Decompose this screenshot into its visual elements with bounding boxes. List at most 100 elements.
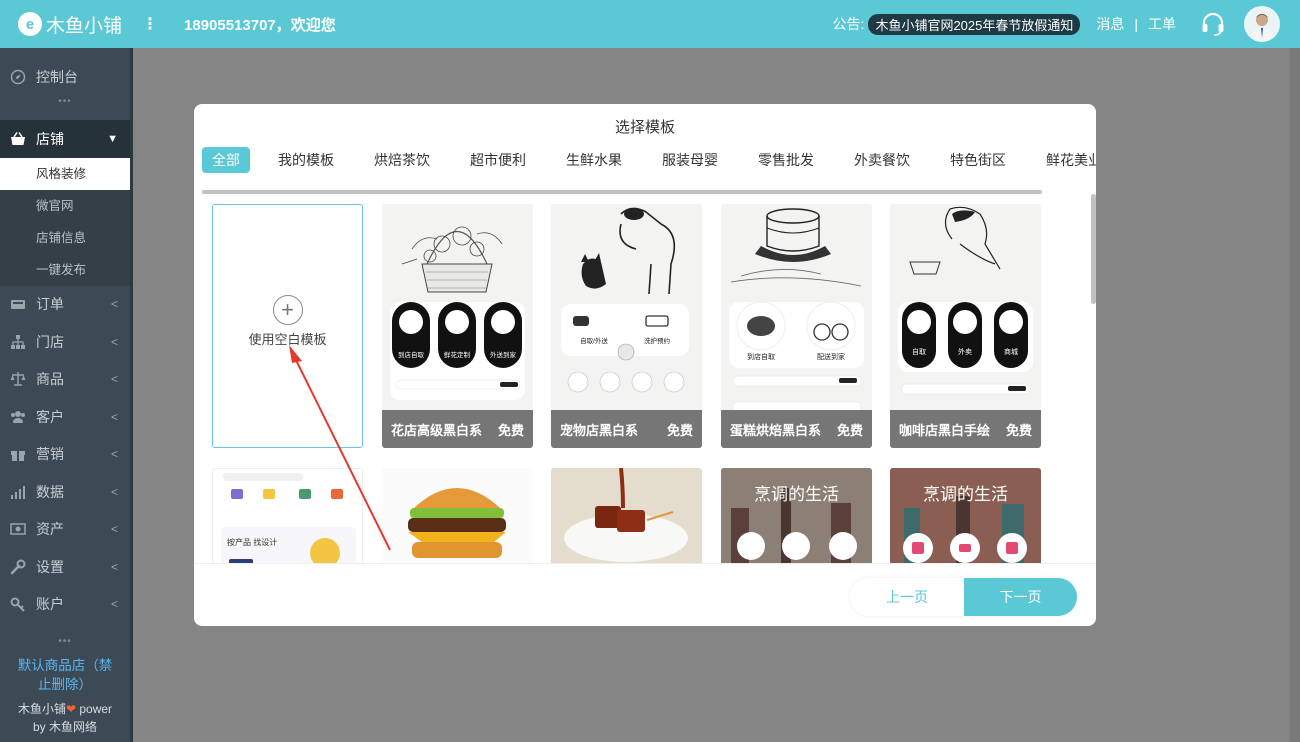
user-avatar[interactable] <box>1244 6 1280 42</box>
key-icon <box>10 596 26 612</box>
tab-clothing-baby[interactable]: 服装母婴 <box>652 147 728 173</box>
sidebar-label: 订单 <box>36 296 64 313</box>
brand-name: 木鱼小铺 <box>46 15 123 37</box>
logo-icon: e <box>18 12 42 36</box>
tab-special-street[interactable]: 特色街区 <box>940 147 1016 173</box>
basket-icon <box>10 131 26 147</box>
tab-flower-beauty[interactable]: 鲜花美业 <box>1036 147 1096 173</box>
template-card-generic[interactable]: 按产品 找设计 <box>212 468 363 563</box>
sidebar-label: 店铺 <box>36 130 64 147</box>
template-card-coffee[interactable]: 自取 外卖 商城 咖啡店黑白手绘 免费 <box>890 204 1041 448</box>
submenu-item-shop-info[interactable]: 店铺信息 <box>0 222 130 254</box>
chevron-left-icon: < <box>110 372 118 387</box>
prev-page-button[interactable]: 上一页 <box>850 578 964 616</box>
sidebar-item-orders[interactable]: 订单 < <box>0 286 130 324</box>
generic-template-preview <box>221 473 356 563</box>
power-text: 木鱼小铺❤ power <box>17 702 113 716</box>
top-header: e 木鱼小铺 ⋮ 18905513707，欢迎您 公告: 木鱼小铺官网2025年… <box>0 0 1300 48</box>
headset-icon[interactable] <box>1200 11 1226 37</box>
sidebar-item-assets[interactable]: 资产 < <box>0 511 130 549</box>
sidebar-label: 控制台 <box>36 68 78 85</box>
chevron-left-icon: < <box>110 334 118 349</box>
chevron-left-icon: < <box>110 447 118 462</box>
users-icon <box>10 409 26 425</box>
sidebar-label: 资产 <box>36 521 64 538</box>
template-caption: 咖啡店黑白手绘 免费 <box>890 410 1041 448</box>
sidebar: 控制台 ••• 店铺 ▼ 风格装修 微官网 店铺信息 一键发布 订单 < 门店 … <box>0 48 130 742</box>
template-name: 花店高级黑白系 <box>391 422 483 438</box>
sidebar-item-customers[interactable]: 客户 < <box>0 398 130 436</box>
template-card-cake[interactable]: 到店自取 配送到家 蛋糕烘焙黑白系 免费 <box>721 204 872 448</box>
sidebar-label: 账户 <box>36 596 64 613</box>
chevron-left-icon: < <box>110 297 118 312</box>
template-grid: + 使用空白模板 到店自取 鲜花定制 外送到家 花店高级黑白系 免费 自取/外送… <box>194 196 1096 564</box>
brand-logo[interactable]: e 木鱼小铺 <box>0 11 130 38</box>
by-text: by 木鱼网络 <box>32 720 97 734</box>
template-price: 免费 <box>497 422 524 438</box>
template-picker-modal: 选择模板 全部 我的模板 烘焙茶饮 超市便利 生鲜水果 服装母婴 零售批发 外卖… <box>194 104 1096 626</box>
template-card-flower[interactable]: 到店自取 鲜花定制 外送到家 花店高级黑白系 免费 <box>382 204 533 448</box>
tab-supermarket[interactable]: 超市便利 <box>460 147 536 173</box>
sidebar-item-marketing[interactable]: 营销 < <box>0 436 130 474</box>
sidebar-divider: ••• <box>58 636 72 647</box>
sidebar-item-settings[interactable]: 设置 < <box>0 548 130 586</box>
grid-scrollbar[interactable] <box>1091 194 1096 304</box>
sidebar-item-products[interactable]: 商品 < <box>0 361 130 399</box>
template-card-dish[interactable] <box>551 468 702 563</box>
sidebar-item-shop[interactable]: 店铺 ▼ <box>0 119 130 158</box>
template-name: 咖啡店黑白手绘 <box>899 422 991 438</box>
sidebar-item-stores[interactable]: 门店 < <box>0 323 130 361</box>
tab-my-templates[interactable]: 我的模板 <box>268 147 344 173</box>
tab-bakery-tea[interactable]: 烘焙茶饮 <box>364 147 440 173</box>
flower-btn-delivery: 外送到家 <box>490 352 516 359</box>
sidebar-item-data[interactable]: 数据 < <box>0 473 130 511</box>
sidebar-item-account[interactable]: 账户 < <box>0 586 130 624</box>
sidebar-footer: ••• 默认商品店（禁止删除） 木鱼小铺❤ power by 木鱼网络 <box>0 636 130 742</box>
wrench-icon <box>10 559 26 575</box>
city-slogan: 烹调的生活 <box>923 485 1008 504</box>
tab-all[interactable]: 全部 <box>202 147 250 173</box>
blank-template-label: 使用空白模板 <box>248 331 327 347</box>
template-card-city-1[interactable]: 烹调的生活 <box>721 468 872 563</box>
sidebar-item-dashboard[interactable]: 控制台 <box>0 58 130 96</box>
scale-icon <box>10 371 26 387</box>
compass-icon <box>10 69 26 85</box>
submenu-item-style[interactable]: 风格装修 <box>0 157 130 190</box>
flower-btn-custom: 鲜花定制 <box>444 352 470 359</box>
template-card-burger[interactable] <box>382 468 533 563</box>
notice-link[interactable]: 木鱼小铺官网2025年春节放假通知 <box>868 13 1081 35</box>
ticket-link[interactable]: 工单 <box>1148 14 1176 34</box>
tab-takeout-dining[interactable]: 外卖餐饮 <box>844 147 920 173</box>
braised-pork-image <box>551 468 702 563</box>
tabs-scrollbar[interactable] <box>202 190 1042 194</box>
template-caption: 蛋糕烘焙黑白系 免费 <box>721 410 872 448</box>
header-separator: | <box>1134 16 1138 32</box>
chevron-left-icon: < <box>110 409 118 424</box>
tab-retail-wholesale[interactable]: 零售批发 <box>748 147 824 173</box>
cake-btn-pickup: 到店自取 <box>747 354 775 361</box>
messages-link[interactable]: 消息 <box>1096 14 1124 34</box>
coffee-btn-pickup: 自取 <box>912 349 926 356</box>
submenu-item-micro-site[interactable]: 微官网 <box>0 190 130 222</box>
order-icon <box>10 296 26 312</box>
sidebar-label: 营销 <box>36 446 64 463</box>
pet-btn-pickup: 自取/外送 <box>580 338 608 345</box>
current-shop-link[interactable]: 默认商品店（禁止删除） <box>0 656 130 694</box>
money-icon <box>10 521 26 537</box>
sidebar-divider: ••• <box>58 95 72 107</box>
plus-icon: + <box>272 294 303 325</box>
bar-chart-icon <box>10 484 26 500</box>
next-page-button[interactable]: 下一页 <box>964 578 1077 616</box>
shop-submenu: 风格装修 微官网 店铺信息 一键发布 <box>0 157 130 286</box>
sidebar-label: 数据 <box>36 483 64 500</box>
coffee-btn-mall: 商城 <box>1004 349 1018 356</box>
submenu-item-publish[interactable]: 一键发布 <box>0 254 130 286</box>
blank-template-card[interactable]: + 使用空白模板 <box>212 204 363 448</box>
heart-icon: ❤ <box>65 702 77 716</box>
sidebar-label: 门店 <box>36 333 64 350</box>
template-card-city-2[interactable]: 烹调的生活 <box>890 468 1041 563</box>
menu-toggle-icon[interactable]: ⋮ <box>130 14 170 34</box>
template-card-pet[interactable]: 自取/外送 洗护预约 宠物店黑白系 免费 <box>551 204 702 448</box>
sidebar-label: 客户 <box>36 408 64 425</box>
tab-fresh-fruit[interactable]: 生鲜水果 <box>556 147 632 173</box>
